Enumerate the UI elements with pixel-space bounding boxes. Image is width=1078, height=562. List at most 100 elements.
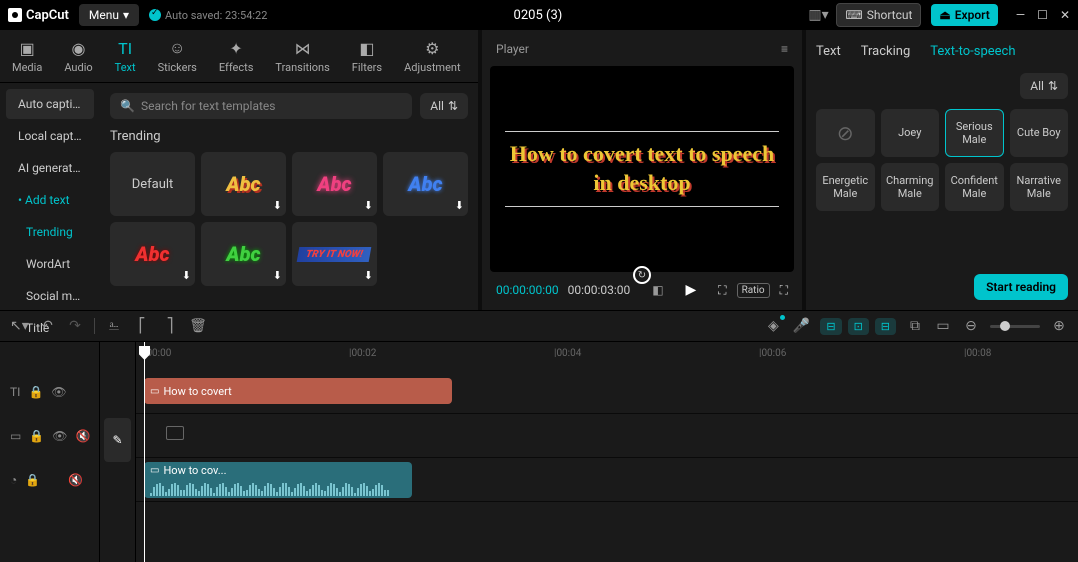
time-display: 00:00:00:00 00:00:03:00 <box>496 283 630 297</box>
mute-icon[interactable]: 🔇 <box>68 473 83 487</box>
effects-icon[interactable]: ◈ <box>764 318 782 334</box>
crop-icon[interactable]: ⛶ <box>718 283 726 298</box>
inspector-tab[interactable]: Tracking <box>861 44 911 59</box>
asset-tab-effects[interactable]: ✦Effects <box>215 36 258 76</box>
fullscreen-icon[interactable]: ⛶ <box>780 283 788 298</box>
voice-filter-button[interactable]: All ⇅ <box>1020 73 1068 99</box>
voice-option[interactable]: Serious Male <box>945 109 1004 157</box>
download-icon[interactable]: ⬇ <box>364 199 373 212</box>
template-item[interactable]: TRY IT NOW!⬇ <box>292 222 377 286</box>
snap-right-button[interactable]: ⊟ <box>875 318 896 335</box>
template-item[interactable]: Default <box>110 152 195 216</box>
link-icon[interactable]: ⧉ <box>906 318 924 334</box>
zoom-out-icon[interactable]: ⊖ <box>962 318 980 334</box>
trim-left-icon[interactable]: ⎡ <box>133 318 151 334</box>
voice-option[interactable]: Joey <box>881 109 940 157</box>
asset-tab-media[interactable]: ▣Media <box>8 36 46 76</box>
download-icon[interactable]: ⬇ <box>273 199 282 212</box>
ratio-button[interactable]: Ratio <box>737 283 770 298</box>
timeline-main[interactable]: |00:00|00:02|00:04|00:06|00:08 ▭ How to … <box>136 342 1078 562</box>
inspector-tab[interactable]: Text-to-speech <box>930 44 1015 59</box>
download-icon[interactable]: ⬇ <box>364 269 373 282</box>
template-item[interactable]: Abc⬇ <box>292 152 377 216</box>
close-button[interactable]: ✕ <box>1060 8 1070 22</box>
audio-clip[interactable]: ▭ How to cov... <box>144 462 412 498</box>
template-item[interactable]: Abc⬇ <box>201 152 286 216</box>
layout-icon[interactable]: ▥▾ <box>808 7 826 23</box>
voice-option[interactable]: Cute Boy <box>1010 109 1069 157</box>
template-item[interactable]: Abc⬇ <box>383 152 468 216</box>
track-edit-1[interactable] <box>100 370 135 414</box>
voice-option[interactable]: Charming Male <box>881 163 940 211</box>
eye-icon[interactable]: 👁 <box>52 429 67 443</box>
snap-left-button[interactable]: ⊟ <box>820 318 841 335</box>
sidebar-item[interactable]: AI generated <box>6 153 94 183</box>
shortcut-button[interactable]: ⌨ Shortcut <box>836 3 921 27</box>
asset-tab-stickers[interactable]: ☺Stickers <box>154 36 201 76</box>
inspector-tab[interactable]: Text <box>816 44 841 59</box>
undo-button[interactable]: ↶ <box>38 318 56 334</box>
preview-textbox[interactable]: How to covert text to speech in desktop <box>505 131 779 206</box>
text-clip[interactable]: ▭ How to covert <box>144 378 452 404</box>
template-item[interactable]: Abc⬇ <box>201 222 286 286</box>
eye-icon[interactable]: 👁 <box>51 385 66 399</box>
sidebar-item[interactable]: WordArt <box>6 249 94 279</box>
template-item[interactable]: Abc⬇ <box>110 222 195 286</box>
play-button[interactable]: ▶ <box>685 282 696 298</box>
voice-option[interactable]: Energetic Male <box>816 163 875 211</box>
mic-icon[interactable]: 🎤 <box>792 318 810 334</box>
download-icon[interactable]: ⬇ <box>455 199 464 212</box>
sidebar-item[interactable]: Add text <box>6 185 94 215</box>
effects-icon: ✦ <box>226 38 246 58</box>
zoom-in-icon[interactable]: ⊕ <box>1050 318 1068 334</box>
track-edit-2[interactable]: ✎ <box>104 418 131 462</box>
preview-icon[interactable]: ▭ <box>934 318 952 334</box>
redo-button[interactable]: ↷ <box>66 318 84 334</box>
download-icon[interactable]: ⬇ <box>182 269 191 282</box>
timeline-ruler[interactable]: |00:00|00:02|00:04|00:06|00:08 <box>136 342 1078 370</box>
voice-option[interactable]: Confident Male <box>945 163 1004 211</box>
snap-center-button[interactable]: ⊡ <box>848 318 869 335</box>
sidebar-item[interactable]: Local capti... <box>6 121 94 151</box>
voice-option[interactable]: Narrative Male <box>1010 163 1069 211</box>
asset-tab-filters[interactable]: ◧Filters <box>348 36 386 76</box>
volume-icon[interactable]: ◧ <box>652 283 663 297</box>
delete-icon[interactable]: 🗑 <box>189 318 207 334</box>
zoom-slider[interactable] <box>990 325 1040 328</box>
lock-icon[interactable]: 🔒 <box>29 429 44 443</box>
lock-icon[interactable]: 🔒 <box>28 385 43 399</box>
export-button[interactable]: ⏏ Export <box>931 4 997 26</box>
text-track[interactable]: ▭ How to covert <box>136 370 1078 414</box>
asset-tab-transitions[interactable]: ⋈Transitions <box>271 36 333 76</box>
preview-text: How to covert text to speech in desktop <box>505 140 779 197</box>
video-placeholder[interactable] <box>166 426 184 440</box>
asset-tab-adjustment[interactable]: ⚙Adjustment <box>400 36 465 76</box>
cursor-tool-icon[interactable]: ↖▾ <box>10 318 28 334</box>
mute-icon[interactable]: 🔇 <box>76 429 91 443</box>
keyboard-icon: ⌨ <box>845 8 862 22</box>
player-preview[interactable]: How to covert text to speech in desktop … <box>490 66 794 272</box>
voice-none[interactable]: ⊘ <box>816 109 875 157</box>
lock-icon[interactable]: 🔒 <box>25 473 40 487</box>
asset-tab-audio[interactable]: ◉Audio <box>60 36 96 76</box>
download-icon[interactable]: ⬇ <box>273 269 282 282</box>
track-edit-3[interactable] <box>100 466 135 510</box>
current-time: 00:00:00:00 <box>496 283 559 297</box>
search-input[interactable]: 🔍 Search for text templates <box>110 93 412 119</box>
player-menu-icon[interactable]: ≡ <box>781 42 788 56</box>
filter-button[interactable]: All ⇅ <box>420 93 468 119</box>
maximize-button[interactable]: ☐ <box>1037 8 1048 22</box>
minimize-button[interactable]: — <box>1016 8 1025 22</box>
asset-tab-text[interactable]: TIText <box>111 36 140 76</box>
sidebar-item[interactable]: Trending <box>6 217 94 247</box>
start-reading-button[interactable]: Start reading <box>974 274 1068 300</box>
sidebar-item[interactable]: Social media <box>6 281 94 311</box>
video-track[interactable] <box>136 414 1078 458</box>
split-icon[interactable]: ⎁ <box>105 318 123 334</box>
menu-button[interactable]: Menu ▾ <box>79 4 139 26</box>
autosave-status: Auto saved: 23:54:22 <box>149 9 267 22</box>
playhead[interactable] <box>144 342 145 562</box>
sidebar-item[interactable]: Auto captio... <box>6 89 94 119</box>
audio-track[interactable]: ▭ How to cov... <box>136 458 1078 502</box>
trim-right-icon[interactable]: ⎤ <box>161 318 179 334</box>
